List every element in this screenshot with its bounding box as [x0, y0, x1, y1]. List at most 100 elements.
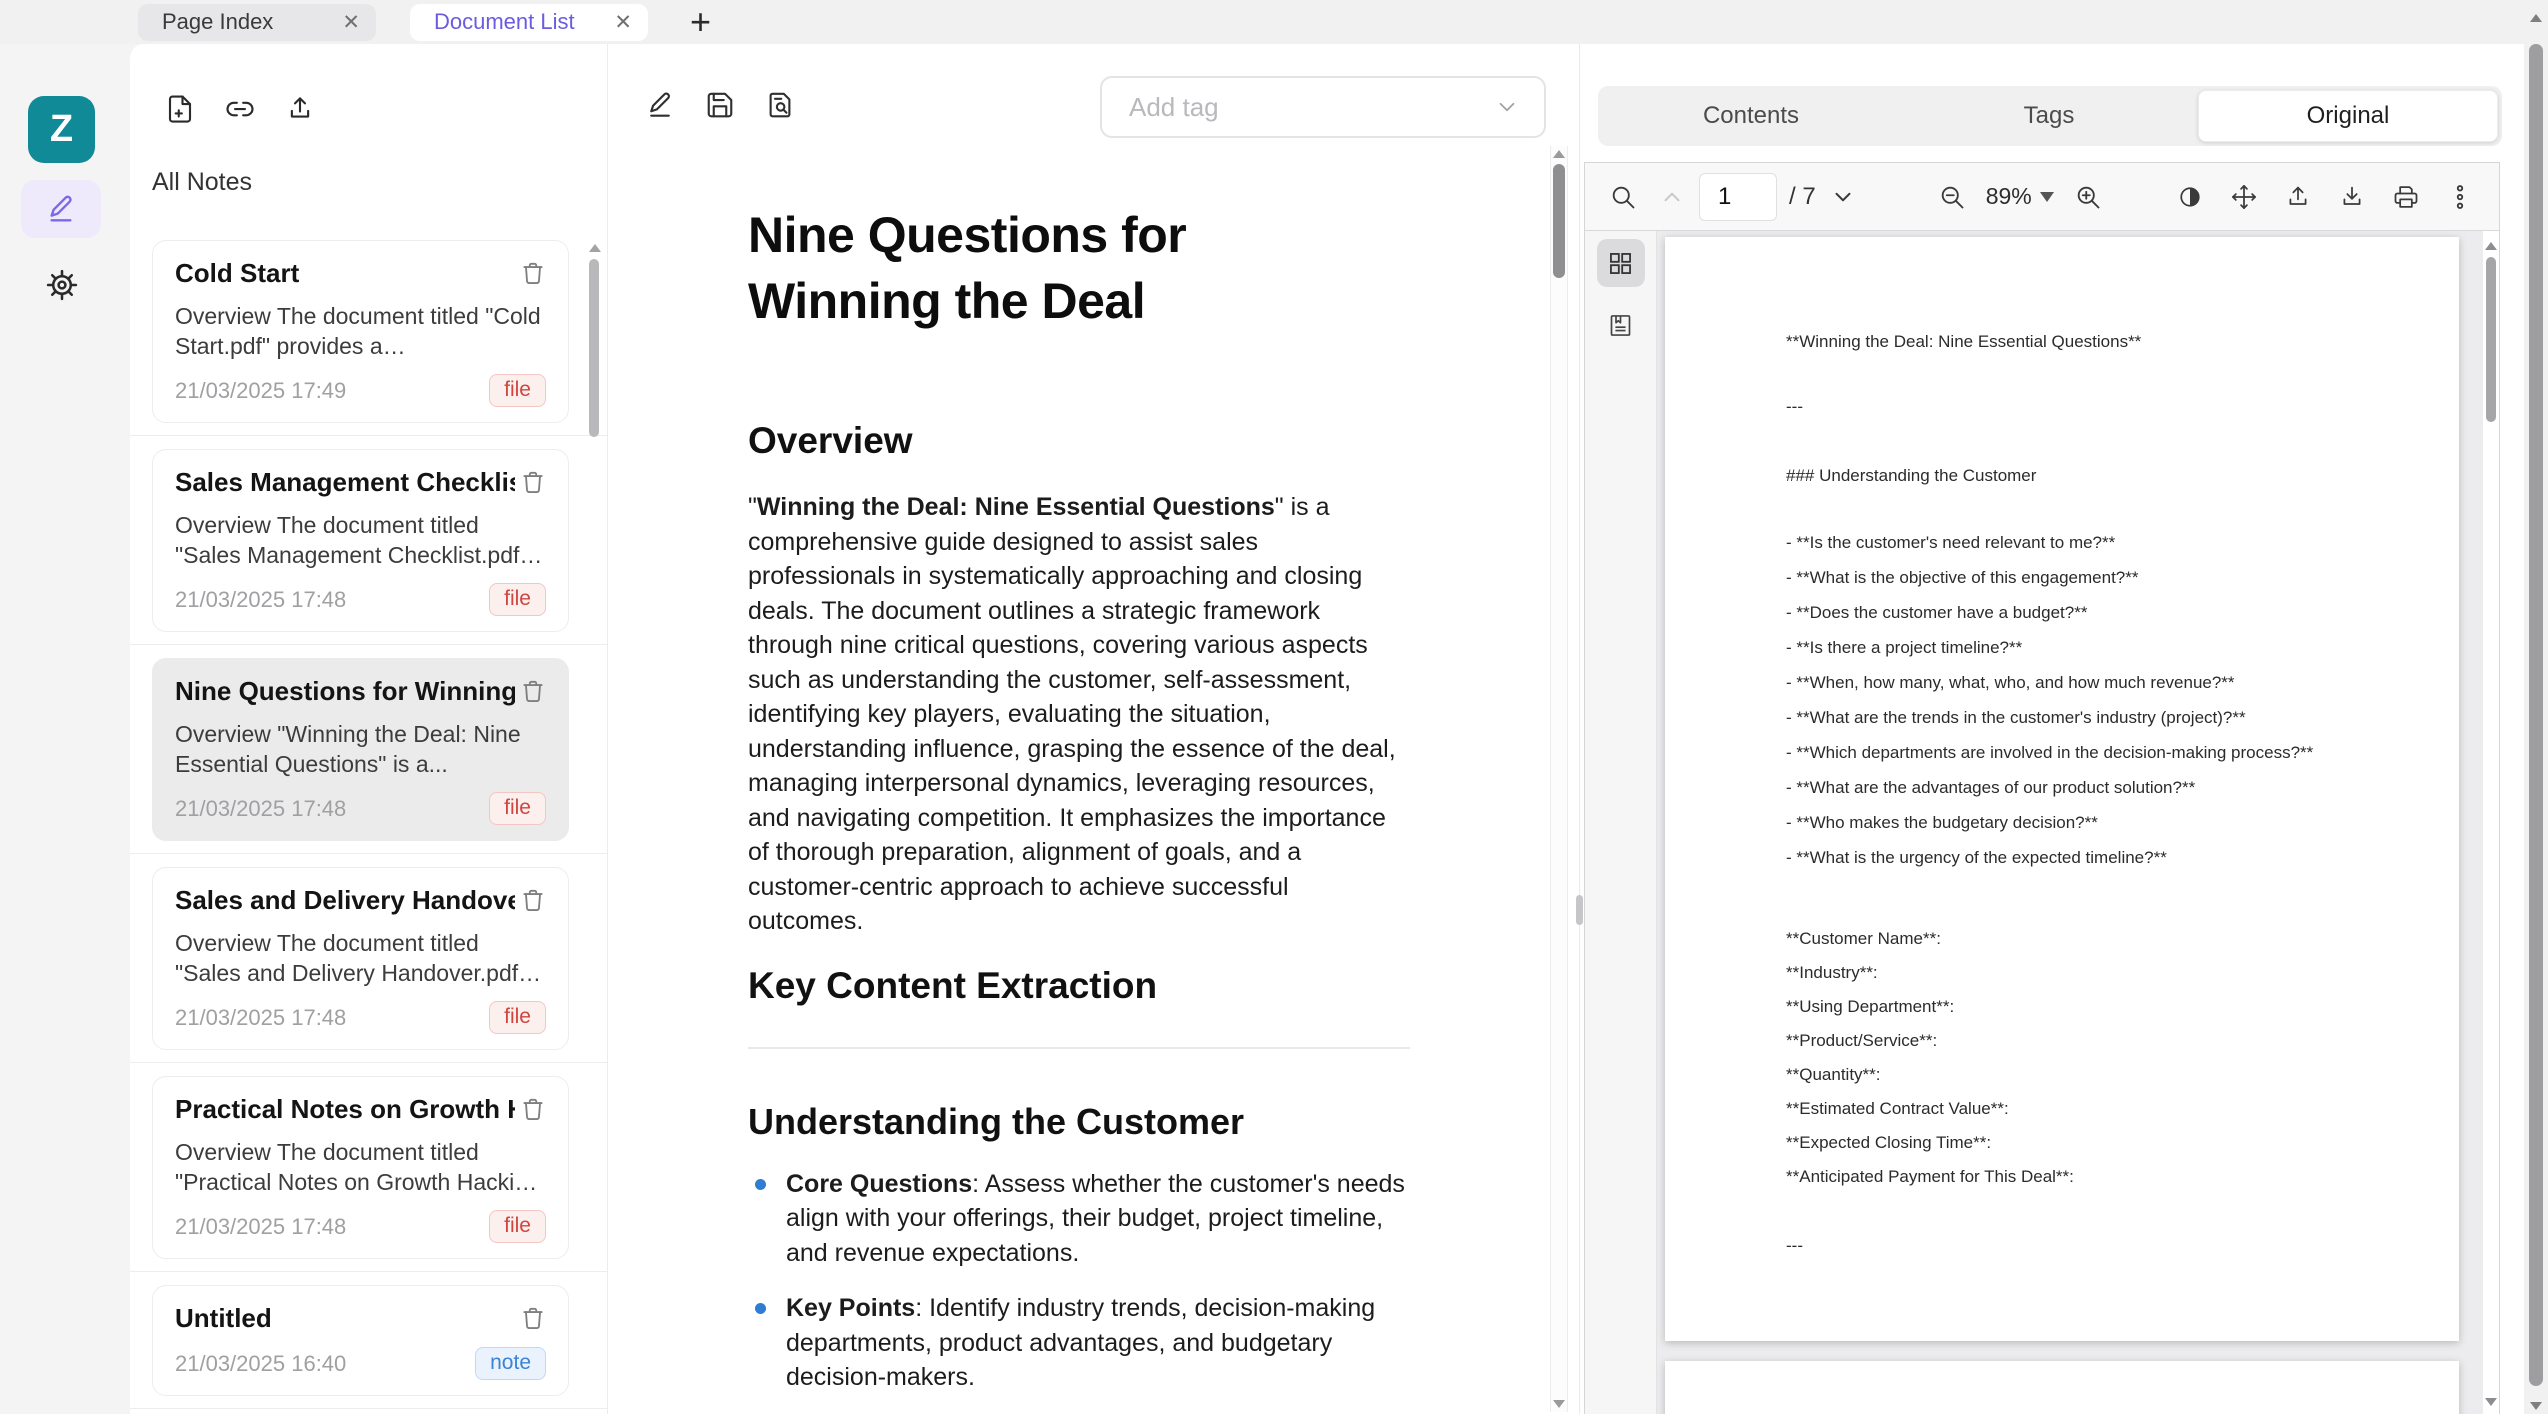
note-list-item: Practical Notes on Growth Hack... Overvi…	[130, 1076, 607, 1272]
doc-title: Nine Questions for Winning the Deal	[748, 202, 1378, 334]
note-card[interactable]: Sales and Delivery Handover Overview The…	[152, 867, 569, 1050]
trash-icon[interactable]	[520, 469, 546, 495]
more-options-icon[interactable]	[2446, 183, 2474, 211]
pdf-field-lines: **Customer Name**:**Industry**:**Using D…	[1786, 930, 2399, 1185]
note-preview: Overview The document titled "Sales and …	[175, 928, 546, 988]
new-tab-button[interactable]: +	[690, 4, 711, 40]
note-type-badge: note	[475, 1347, 546, 1380]
download-icon[interactable]	[2338, 183, 2366, 211]
scroll-up-arrow-icon[interactable]	[1553, 150, 1565, 158]
zoom-out-icon[interactable]	[1938, 183, 1966, 211]
right-panel: Contents Tags Original / 7 89%	[1580, 44, 2516, 1414]
note-title: Untitled	[175, 1303, 272, 1334]
bullet-item: Core Questions: Assess whether the custo…	[748, 1167, 1410, 1271]
close-icon[interactable]: ✕	[342, 12, 360, 33]
notes-scrollbar[interactable]	[589, 244, 601, 437]
zoom-in-icon[interactable]	[2074, 183, 2102, 211]
pdf-text-line: **Product/Service**:	[1786, 1032, 2399, 1049]
upload-icon[interactable]	[2284, 183, 2312, 211]
doc-search-icon[interactable]	[765, 90, 795, 120]
pdf-question-lines: - **Is the customer's need relevant to m…	[1786, 534, 2399, 866]
save-icon[interactable]	[705, 90, 735, 120]
trash-icon[interactable]	[520, 678, 546, 704]
editor-document[interactable]: Nine Questions for Winning the Deal Over…	[748, 202, 1410, 1414]
add-tag-select[interactable]: Add tag	[1100, 76, 1546, 138]
tab-page-index[interactable]: Page Index ✕	[138, 4, 376, 41]
notes-nav-button[interactable]	[21, 180, 101, 238]
left-rail: Z	[0, 44, 130, 1414]
pdf-sidebar	[1585, 231, 1657, 1414]
trash-icon[interactable]	[520, 260, 546, 286]
scroll-up-arrow-icon[interactable]	[2485, 242, 2497, 250]
tab-contents[interactable]: Contents	[1602, 90, 1900, 142]
scroll-up-arrow-icon[interactable]	[589, 244, 601, 252]
trash-icon[interactable]	[520, 887, 546, 913]
tab-document-list[interactable]: Document List ✕	[410, 4, 648, 41]
overview-bold: Winning the Deal: Nine Essential Questio…	[757, 493, 1275, 521]
edit-mode-icon[interactable]	[645, 90, 675, 120]
pdf-text-line: **Industry**:	[1786, 964, 2399, 981]
scroll-down-arrow-icon[interactable]	[2485, 1398, 2497, 1406]
pdf-text-line: - **Is the customer's need relevant to m…	[1786, 534, 2399, 551]
page-number-input[interactable]	[1699, 173, 1777, 221]
zoom-menu-caret-icon[interactable]	[2040, 192, 2054, 202]
note-card[interactable]: Cold Start Overview The document titled …	[152, 240, 569, 423]
note-title: Sales Management Checklist	[175, 467, 515, 498]
close-icon[interactable]: ✕	[614, 12, 632, 33]
section-heading: Understanding the Customer	[748, 1101, 1410, 1143]
new-note-icon[interactable]	[165, 94, 195, 124]
tab-original[interactable]: Original	[2198, 90, 2498, 142]
pdf-text-line: - **Does the customer have a budget?**	[1786, 604, 2399, 621]
scroll-down-arrow-icon[interactable]	[2530, 1402, 2542, 1410]
previous-page-icon[interactable]	[1659, 184, 1685, 210]
outline-view-button[interactable]	[1597, 301, 1645, 349]
note-card[interactable]: Nine Questions for Winning the... Overvi…	[152, 658, 569, 841]
key-content-heading: Key Content Extraction	[748, 965, 1410, 1007]
thumbnails-view-button[interactable]	[1597, 239, 1645, 287]
note-date: 21/03/2025 17:48	[175, 1214, 346, 1240]
link-icon[interactable]	[225, 94, 255, 124]
pdf-page-2	[1665, 1361, 2459, 1414]
note-type-badge: file	[489, 792, 546, 825]
note-date: 21/03/2025 17:49	[175, 378, 346, 404]
panel-resize-handle[interactable]	[1576, 895, 1583, 925]
tab-label: Page Index	[162, 9, 273, 35]
trash-icon[interactable]	[520, 1305, 546, 1331]
gear-icon	[45, 268, 79, 302]
note-card[interactable]: Untitled 21/03/2025 16:40 note	[152, 1285, 569, 1396]
note-list-item: Sales Management Checklist Overview The …	[130, 449, 607, 645]
pencil-icon	[45, 193, 77, 225]
pdf-toolbar: / 7 89%	[1585, 163, 2499, 231]
settings-button[interactable]	[45, 268, 79, 302]
theme-contrast-icon[interactable]	[2176, 183, 2204, 211]
scrollbar-thumb[interactable]	[2486, 257, 2496, 422]
pdf-text-line: - **Is there a project timeline?**	[1786, 639, 2399, 656]
scrollbar-thumb[interactable]	[2529, 44, 2543, 1386]
scrollbar-thumb[interactable]	[1553, 164, 1565, 278]
pdf-text-line: ### Understanding the Customer	[1786, 467, 2399, 484]
scrollbar-thumb[interactable]	[589, 259, 599, 437]
pan-move-icon[interactable]	[2230, 183, 2258, 211]
pdf-text-line: - **Who makes the budgetary decision?**	[1786, 814, 2399, 831]
pdf-text-line: - **What is the objective of this engage…	[1786, 569, 2399, 586]
note-type-badge: file	[489, 583, 546, 616]
search-icon[interactable]	[1609, 183, 1637, 211]
scroll-down-arrow-icon[interactable]	[1553, 1400, 1565, 1408]
editor-scrollbar[interactable]	[1550, 146, 1568, 1412]
page-total: / 7	[1789, 183, 1816, 211]
tab-tags[interactable]: Tags	[1900, 90, 2198, 142]
next-page-icon[interactable]	[1830, 184, 1856, 210]
zoom-level[interactable]: 89%	[1986, 183, 2032, 210]
scroll-up-arrow-icon[interactable]	[2530, 14, 2542, 22]
trash-icon[interactable]	[520, 1096, 546, 1122]
pdf-text-line: - **What are the trends in the customer'…	[1786, 709, 2399, 726]
avatar[interactable]: Z	[28, 96, 95, 163]
pdf-scrollbar[interactable]	[2483, 231, 2499, 1414]
note-card[interactable]: Practical Notes on Growth Hack... Overvi…	[152, 1076, 569, 1259]
note-card[interactable]: Sales Management Checklist Overview The …	[152, 449, 569, 632]
print-icon[interactable]	[2392, 183, 2420, 211]
pdf-page-area[interactable]: **Winning the Deal: Nine Essential Quest…	[1657, 231, 2483, 1414]
share-icon[interactable]	[285, 94, 315, 124]
window-scrollbar[interactable]	[2524, 0, 2548, 1414]
notes-heading: All Notes	[152, 168, 252, 197]
